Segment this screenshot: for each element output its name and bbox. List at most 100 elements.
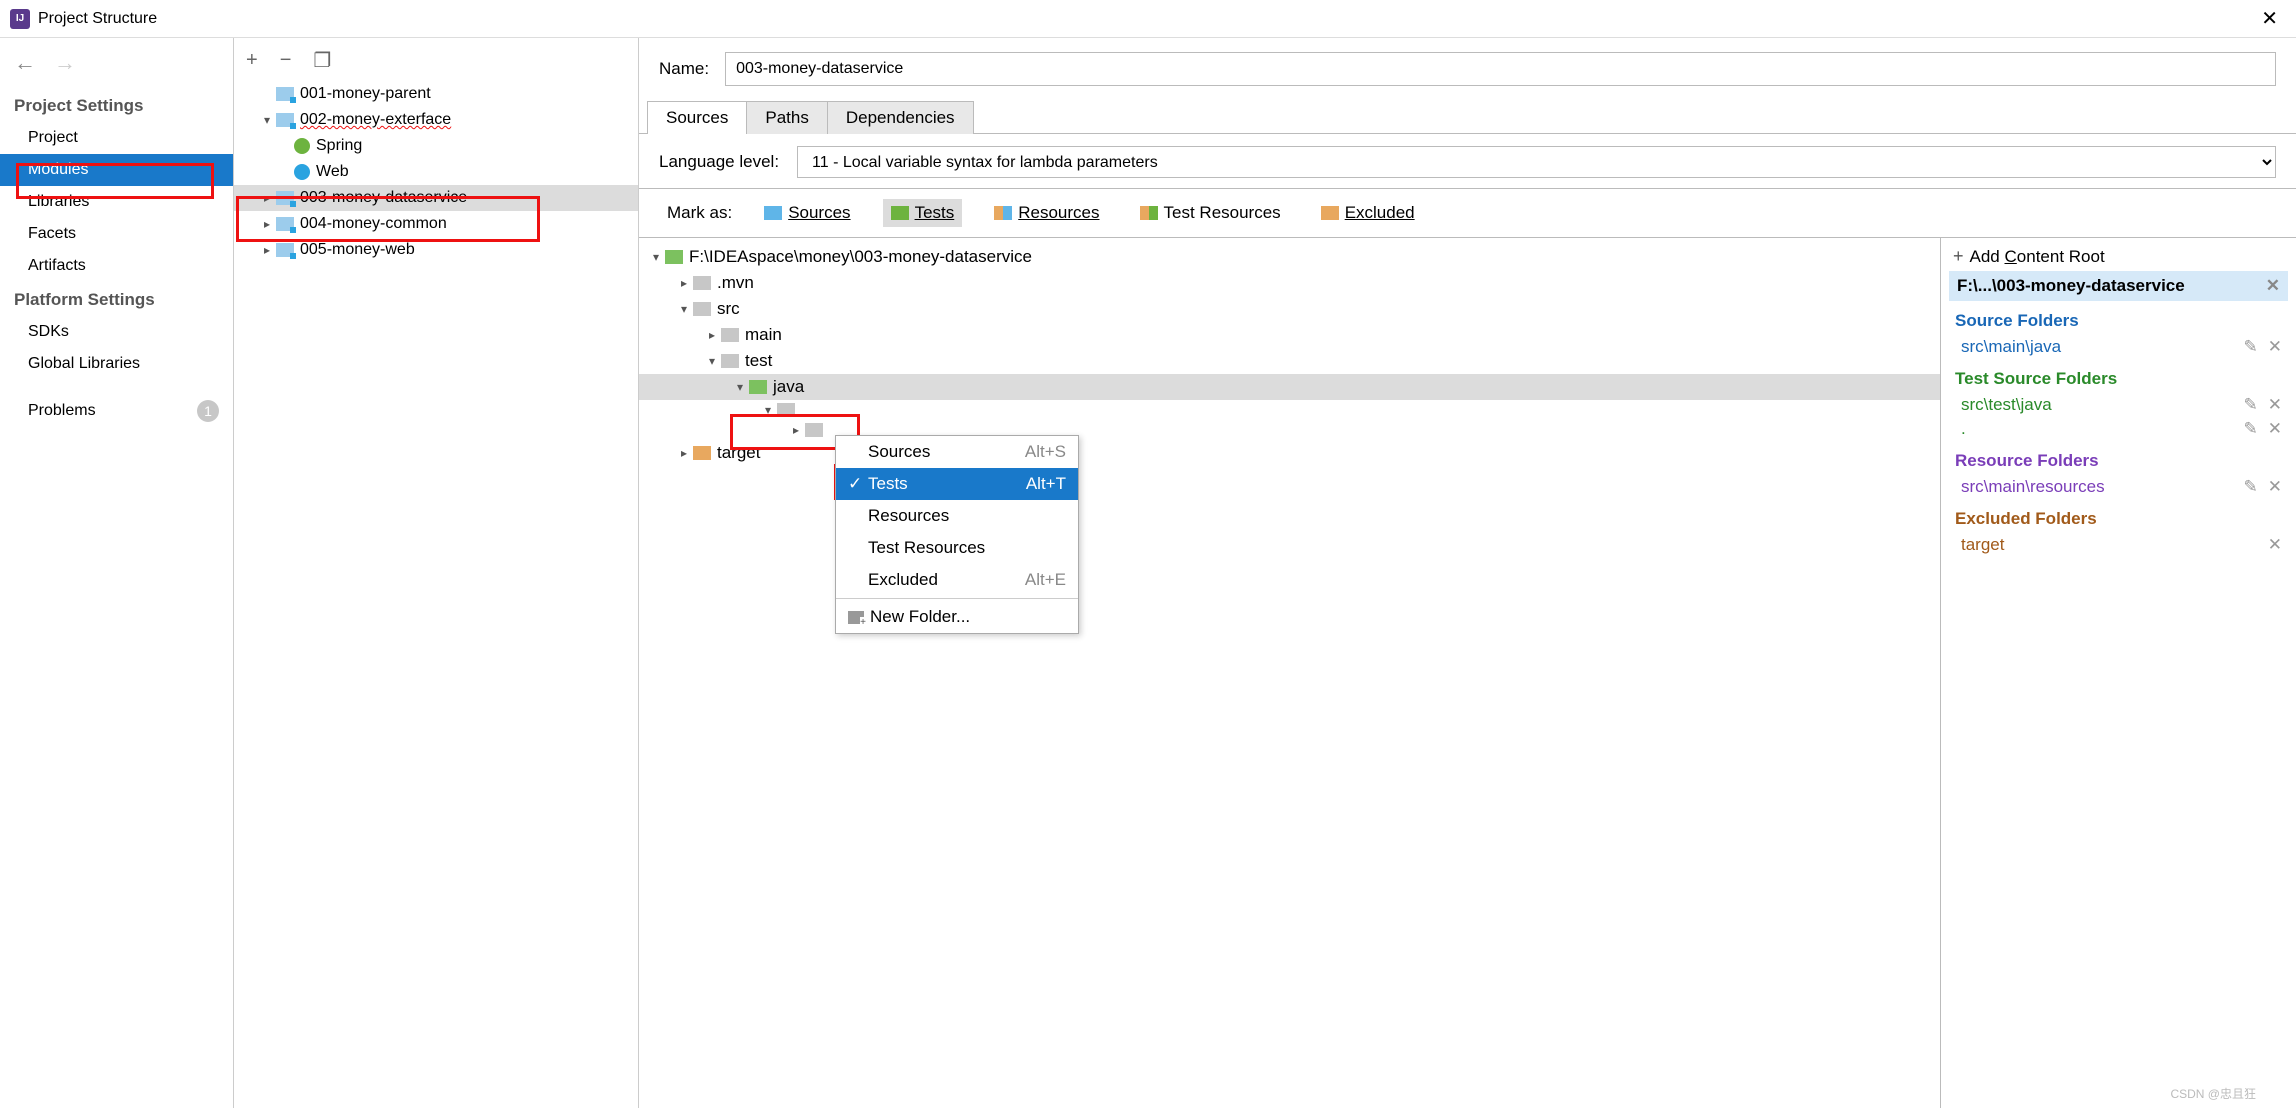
sources-folder-icon <box>764 206 782 220</box>
plus-icon: + <box>1953 246 1964 267</box>
test-source-folder-row[interactable]: .✎✕ <box>1949 417 2288 441</box>
markas-sources-button[interactable]: Sources <box>756 199 858 227</box>
tree-mvn[interactable]: ▸.mvn <box>639 270 1940 296</box>
sidebar-item-global-libraries[interactable]: Global Libraries <box>0 348 233 380</box>
sidebar-item-sdks[interactable]: SDKs <box>0 316 233 348</box>
folder-icon <box>693 276 711 290</box>
test-source-folder-row[interactable]: src\test\java✎✕ <box>1949 393 2288 417</box>
sidebar-item-project[interactable]: Project <box>0 122 233 154</box>
module-002-web[interactable]: Web <box>234 159 638 185</box>
chevron-down-icon[interactable]: ▾ <box>759 403 777 417</box>
settings-sidebar: ← → Project Settings Project Modules Lib… <box>0 38 234 1108</box>
tree-root[interactable]: ▾F:\IDEAspace\money\003-money-dataservic… <box>639 244 1940 270</box>
module-folder-icon <box>276 191 294 205</box>
module-name-input[interactable] <box>725 52 2276 86</box>
remove-icon[interactable]: ✕ <box>2268 419 2282 439</box>
remove-root-icon[interactable]: ✕ <box>2266 276 2280 296</box>
remove-module-icon[interactable]: − <box>280 49 292 72</box>
section-project-settings: Project Settings <box>0 88 233 122</box>
edit-icon[interactable]: ✎ <box>2244 477 2258 497</box>
name-label: Name: <box>659 59 709 79</box>
chevron-down-icon[interactable]: ▾ <box>703 354 721 368</box>
language-level-label: Language level: <box>659 152 779 172</box>
folder-icon <box>721 354 739 368</box>
nav-forward-icon[interactable]: → <box>54 50 76 76</box>
group-source-folders: Source Folders <box>1949 301 2288 335</box>
edit-icon[interactable]: ✎ <box>2244 419 2258 439</box>
chevron-down-icon[interactable]: ▾ <box>258 113 276 127</box>
module-004[interactable]: ▸ 004-money-common <box>234 211 638 237</box>
tab-sources[interactable]: Sources <box>647 101 747 134</box>
copy-module-icon[interactable]: ❐ <box>313 48 331 73</box>
chevron-down-icon[interactable]: ▾ <box>647 250 665 264</box>
tests-folder-icon <box>891 206 909 220</box>
ctx-resources[interactable]: Resources <box>836 500 1078 532</box>
chevron-down-icon[interactable]: ▾ <box>675 302 693 316</box>
tree-test-java[interactable]: ▾java <box>639 374 1940 400</box>
module-005[interactable]: ▸ 005-money-web <box>234 237 638 263</box>
folder-icon <box>749 380 767 394</box>
chevron-right-icon[interactable]: ▸ <box>675 446 693 460</box>
tab-dependencies[interactable]: Dependencies <box>827 101 974 134</box>
tree-main[interactable]: ▸main <box>639 322 1940 348</box>
folder-icon <box>805 423 823 437</box>
chevron-right-icon[interactable]: ▸ <box>675 276 693 290</box>
ctx-test-resources[interactable]: Test Resources <box>836 532 1078 564</box>
module-001[interactable]: 001-money-parent <box>234 81 638 107</box>
tree-test[interactable]: ▾test <box>639 348 1940 374</box>
module-folder-icon <box>276 113 294 127</box>
module-003[interactable]: ▸ 003-money-dataservice <box>234 185 638 211</box>
markas-resources-button[interactable]: Resources <box>986 199 1107 227</box>
chevron-right-icon[interactable]: ▸ <box>258 191 276 205</box>
markas-excluded-button[interactable]: Excluded <box>1313 199 1423 227</box>
problems-count-badge: 1 <box>197 400 219 422</box>
edit-icon[interactable]: ✎ <box>2244 337 2258 357</box>
chevron-down-icon[interactable]: ▾ <box>731 380 749 394</box>
problems-label: Problems <box>28 402 96 420</box>
folder-icon <box>693 302 711 316</box>
module-tree-panel: + − ❐ 001-money-parent ▾ 002-money-exter… <box>234 38 639 1108</box>
remove-icon[interactable]: ✕ <box>2268 395 2282 415</box>
folder-icon <box>777 403 795 417</box>
ctx-tests[interactable]: ✓TestsAlt+T <box>836 468 1078 500</box>
tab-paths[interactable]: Paths <box>746 101 827 134</box>
chevron-right-icon[interactable]: ▸ <box>703 328 721 342</box>
markas-test-resources-button[interactable]: Test Resources <box>1132 199 1289 227</box>
chevron-right-icon[interactable]: ▸ <box>258 217 276 231</box>
close-icon[interactable]: ✕ <box>2253 6 2286 31</box>
sidebar-item-artifacts[interactable]: Artifacts <box>0 250 233 282</box>
add-module-icon[interactable]: + <box>246 49 258 72</box>
source-folder-row[interactable]: src\main\java✎✕ <box>1949 335 2288 359</box>
excluded-folder-row[interactable]: target✕ <box>1949 533 2288 557</box>
sidebar-item-problems[interactable]: Problems 1 <box>0 380 233 429</box>
content-root-path[interactable]: F:\...\003-money-dataservice✕ <box>1949 271 2288 301</box>
add-content-root-button[interactable]: +Add Content Root <box>1949 242 2288 271</box>
sidebar-item-facets[interactable]: Facets <box>0 218 233 250</box>
language-level-select[interactable]: 11 - Local variable syntax for lambda pa… <box>797 146 2276 178</box>
tree-src[interactable]: ▾src <box>639 296 1940 322</box>
module-002-spring[interactable]: Spring <box>234 133 638 159</box>
folder-icon <box>665 250 683 264</box>
module-folder-icon <box>276 217 294 231</box>
resources-folder-icon <box>994 206 1012 220</box>
resource-folder-row[interactable]: src\main\resources✎✕ <box>1949 475 2288 499</box>
ctx-excluded[interactable]: ExcludedAlt+E <box>836 564 1078 596</box>
title-bar: Project Structure ✕ <box>0 0 2296 38</box>
nav-back-icon[interactable]: ← <box>14 50 36 76</box>
group-test-source-folders: Test Source Folders <box>1949 359 2288 393</box>
chevron-right-icon[interactable]: ▸ <box>258 243 276 257</box>
sidebar-item-libraries[interactable]: Libraries <box>0 186 233 218</box>
ctx-sources[interactable]: SourcesAlt+S <box>836 436 1078 468</box>
separator <box>836 598 1078 599</box>
edit-icon[interactable]: ✎ <box>2244 395 2258 415</box>
sidebar-item-modules[interactable]: Modules <box>0 154 233 186</box>
ctx-new-folder[interactable]: New Folder... <box>836 601 1078 633</box>
tree-sub1[interactable]: ▾ <box>639 400 1940 420</box>
remove-icon[interactable]: ✕ <box>2268 477 2282 497</box>
folder-icon <box>693 446 711 460</box>
remove-icon[interactable]: ✕ <box>2268 337 2282 357</box>
chevron-right-icon[interactable]: ▸ <box>787 423 805 437</box>
markas-tests-button[interactable]: Tests <box>883 199 963 227</box>
remove-icon[interactable]: ✕ <box>2268 535 2282 555</box>
module-002[interactable]: ▾ 002-money-exterface <box>234 107 638 133</box>
